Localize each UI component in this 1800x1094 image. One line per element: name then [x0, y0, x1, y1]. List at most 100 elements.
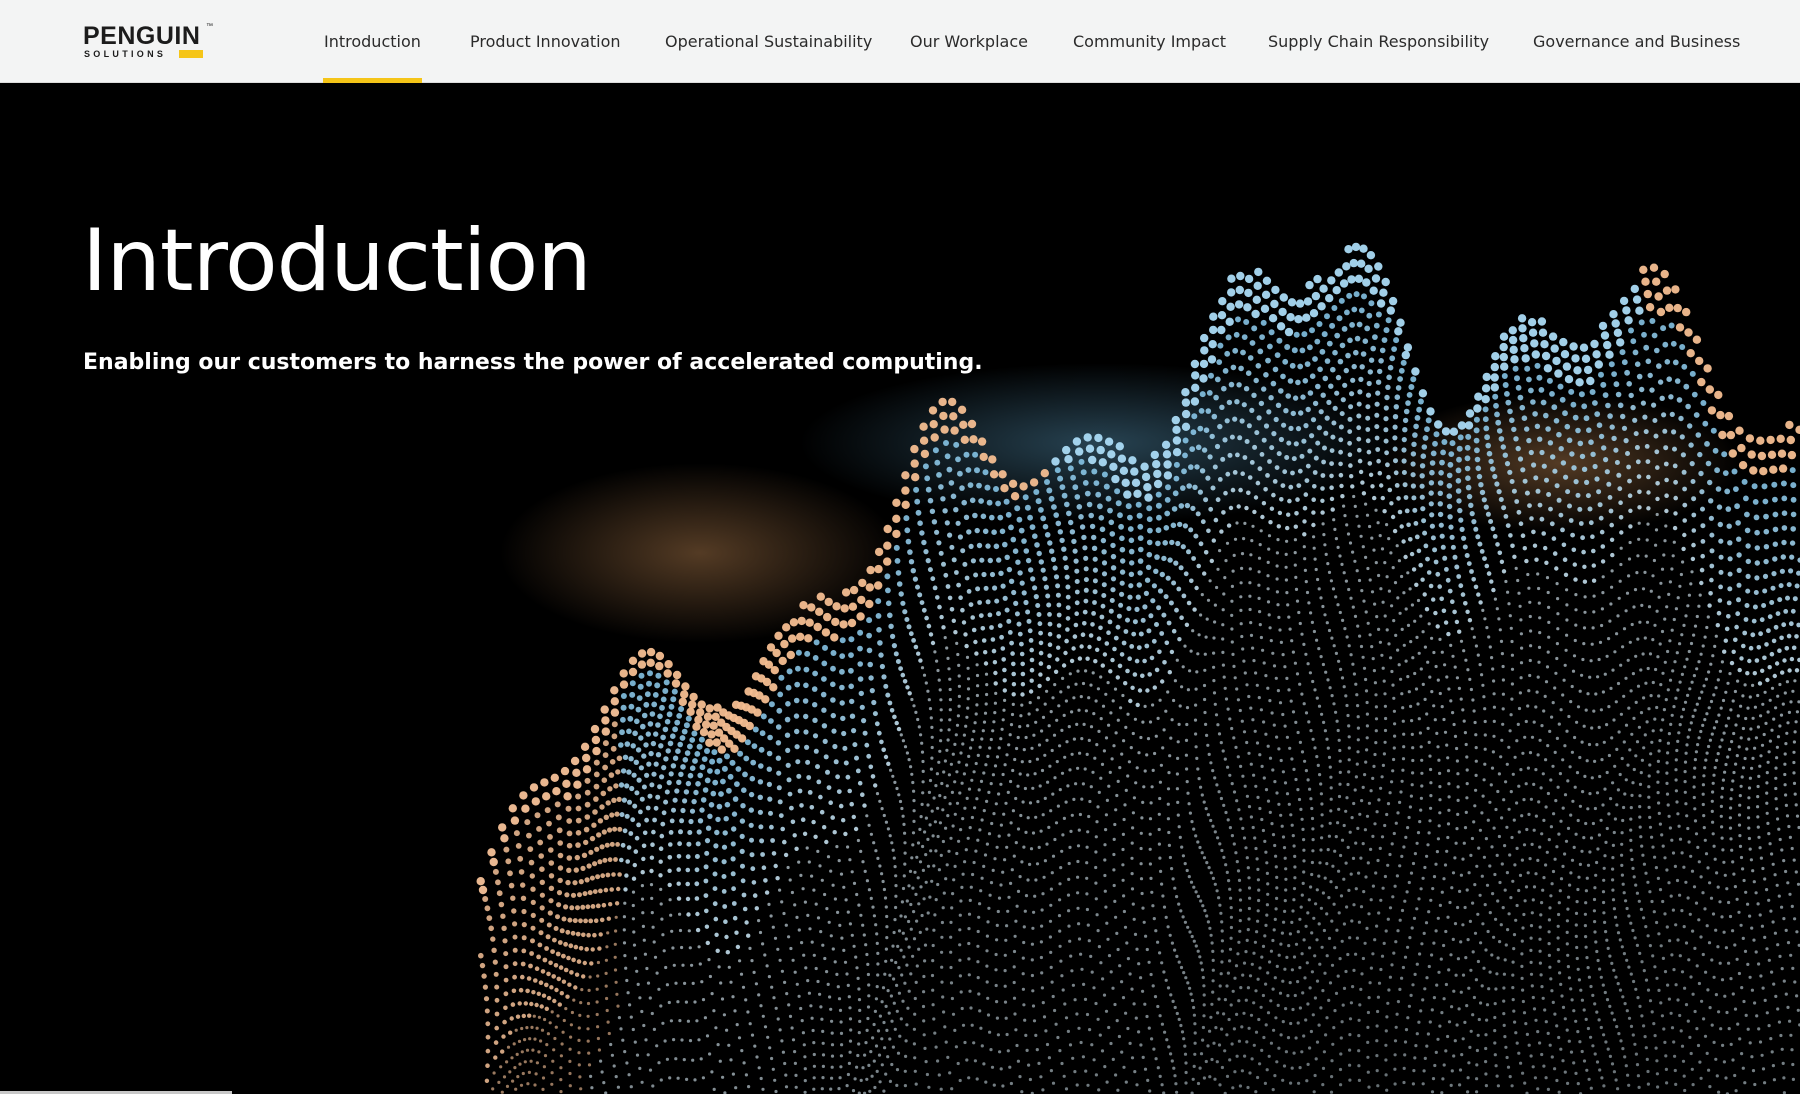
particle-dot	[1563, 663, 1567, 667]
particle-dot	[1474, 456, 1481, 463]
particle-dot	[680, 1038, 684, 1042]
particle-dot	[1392, 696, 1396, 700]
particle-dot	[1507, 408, 1513, 415]
particle-dot	[1026, 773, 1030, 777]
particle-dot	[1032, 585, 1038, 591]
particle-dot	[1437, 758, 1441, 762]
particle-dot	[644, 691, 651, 698]
particle-dot	[780, 826, 785, 832]
particle-dot	[547, 834, 553, 840]
particle-dot	[1578, 804, 1582, 808]
particle-dot	[1543, 545, 1548, 551]
particle-dot	[866, 647, 873, 654]
particle-dot	[1487, 635, 1491, 639]
particle-dot	[874, 547, 884, 557]
nav-item-supply-chain-responsibility[interactable]: Supply Chain Responsibility	[1268, 0, 1489, 83]
particle-dot	[1217, 342, 1224, 349]
particle-dot	[786, 668, 793, 675]
particle-dot	[1499, 332, 1509, 341]
particle-dot	[1501, 707, 1505, 711]
particle-dot	[811, 819, 816, 825]
particle-dot	[1795, 814, 1800, 818]
particle-dot	[1446, 483, 1453, 489]
particle-dot	[1016, 621, 1022, 627]
particle-dot	[851, 728, 857, 734]
particle-dot	[703, 878, 709, 884]
particle-dot	[1242, 537, 1246, 541]
particle-dot	[1565, 588, 1569, 592]
particle-dot	[1281, 422, 1287, 428]
particle-dot	[1550, 715, 1554, 719]
particle-dot	[621, 1038, 625, 1042]
particle-dot	[1357, 447, 1362, 453]
particle-dot	[806, 913, 810, 918]
particle-dot	[697, 772, 703, 779]
particle-dot	[620, 768, 627, 774]
particle-dot	[750, 1033, 755, 1037]
particle-dot	[721, 844, 728, 850]
particle-dot	[848, 1050, 852, 1054]
particle-dot	[552, 937, 557, 943]
particle-dot	[1724, 626, 1730, 632]
particle-dot	[1268, 699, 1272, 703]
nav-item-operational-sustainability[interactable]: Operational Sustainability	[665, 0, 872, 83]
particle-dot	[1032, 533, 1038, 539]
nav-item-our-workplace[interactable]: Our Workplace	[910, 0, 1028, 83]
particle-dot	[1474, 759, 1478, 763]
nav-item-introduction[interactable]: Introduction	[323, 0, 422, 83]
nav-item-product-innovation[interactable]: Product Innovation	[470, 0, 621, 83]
particle-dot	[1421, 518, 1427, 524]
particle-dot	[988, 455, 997, 464]
particle-dot	[1492, 679, 1496, 683]
particle-dot	[1024, 504, 1031, 511]
particle-dot	[1176, 740, 1180, 744]
particle-dot	[1166, 787, 1171, 791]
particle-dot	[1416, 702, 1420, 706]
particle-dot	[1082, 722, 1086, 727]
particle-dot	[566, 867, 572, 873]
particle-dot	[1632, 767, 1636, 772]
particle-dot	[1028, 801, 1033, 805]
particle-dot	[905, 899, 909, 903]
particle-dot	[662, 688, 669, 694]
nav-item-governance-and-business[interactable]: Governance and Business	[1533, 0, 1740, 83]
particle-dot	[1446, 631, 1451, 637]
particle-dot	[1038, 630, 1043, 636]
particle-dot	[1610, 552, 1615, 558]
particle-dot	[812, 1052, 816, 1057]
particle-dot	[1514, 499, 1520, 504]
particle-dot	[1184, 622, 1190, 627]
particle-dot	[699, 764, 706, 771]
particle-dot	[626, 991, 630, 995]
particle-dot	[1735, 611, 1741, 617]
particle-dot	[1018, 875, 1022, 879]
particle-dot	[1419, 483, 1425, 489]
particle-dot	[982, 809, 986, 813]
particle-dot	[1510, 639, 1514, 644]
particle-dot	[976, 482, 982, 489]
particle-dot	[1373, 602, 1377, 606]
particle-dot	[811, 1028, 815, 1033]
particle-dot	[1194, 687, 1198, 691]
particle-dot	[1517, 706, 1522, 711]
particle-dot	[1084, 490, 1091, 497]
particle-dot	[655, 752, 662, 758]
particle-dot	[614, 980, 618, 984]
particle-dot	[964, 643, 969, 649]
particle-dot	[799, 803, 804, 808]
particle-dot	[982, 771, 986, 775]
particle-dot	[1181, 593, 1187, 599]
particle-dot	[707, 768, 713, 774]
particle-dot	[1404, 607, 1408, 611]
particle-dot	[641, 753, 647, 759]
particle-dot	[905, 751, 910, 755]
particle-dot	[1148, 817, 1153, 821]
particle-dot	[1761, 603, 1767, 608]
particle-dot	[970, 815, 975, 820]
particle-dot	[1246, 423, 1252, 429]
nav-item-community-impact[interactable]: Community Impact	[1073, 0, 1226, 83]
particle-dot	[642, 830, 648, 836]
particle-dot	[1081, 681, 1086, 686]
particle-dot	[1178, 503, 1185, 509]
particle-dot	[561, 979, 567, 984]
